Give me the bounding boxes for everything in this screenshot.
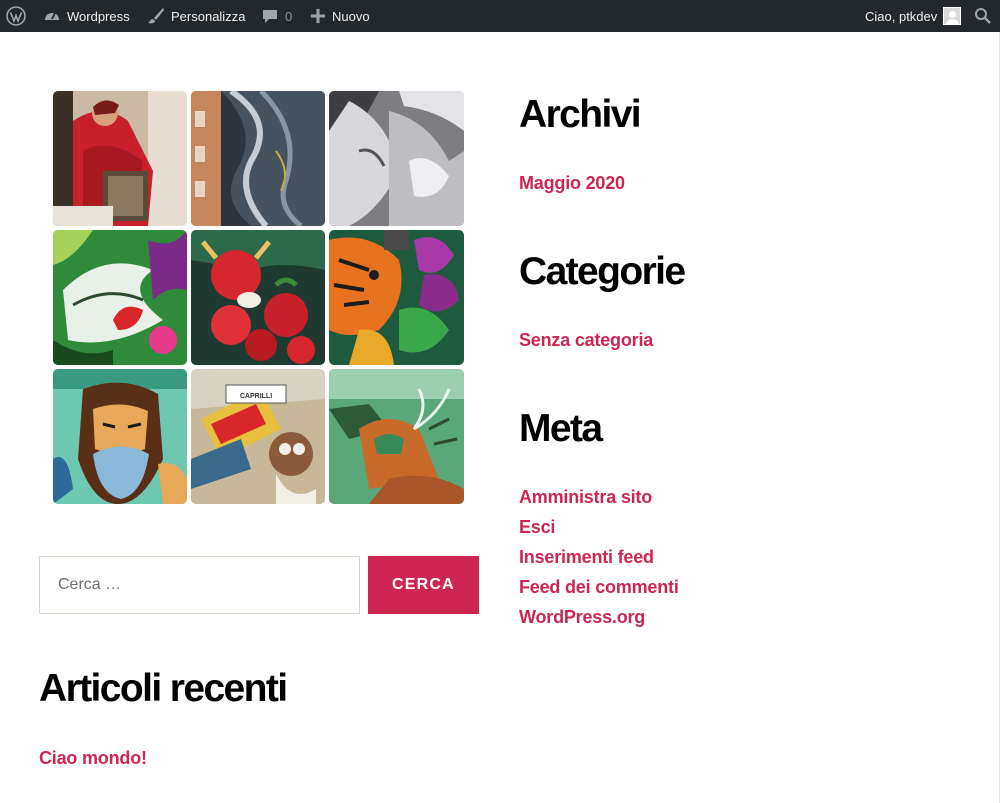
gallery-image-graffiti-bearded-character[interactable] — [53, 369, 187, 504]
meta-link-entries-feed[interactable]: Inserimenti feed — [519, 548, 654, 566]
gallery-image-mural-smoky-building[interactable] — [191, 91, 325, 226]
wordpress-logo-icon[interactable] — [6, 0, 26, 32]
gallery-image-mural-gray-hands[interactable] — [329, 91, 464, 226]
comment-bubble-icon — [263, 10, 277, 23]
meta-link-logout[interactable]: Esci — [519, 518, 555, 536]
site-name-label: Wordpress — [67, 8, 130, 24]
category-link[interactable]: Senza categoria — [519, 331, 653, 349]
site-name-menu[interactable]: Wordpress — [43, 0, 130, 32]
search-button[interactable]: CERCA — [368, 556, 479, 614]
admin-bar: Wordpress Personalizza 0 Nuovo Ciao, ptk… — [0, 0, 1000, 32]
gallery-image-graffiti-street-sign[interactable]: CAPRILLI — [191, 369, 325, 504]
gallery-image-graffiti-green-monster[interactable] — [53, 230, 187, 365]
avatar — [943, 7, 962, 25]
customize-label: Personalizza — [171, 8, 246, 24]
comments-menu[interactable]: 0 — [261, 0, 292, 32]
customize-menu[interactable]: Personalizza — [147, 0, 245, 32]
new-content-label: Nuovo — [332, 8, 370, 24]
admin-search-icon[interactable] — [974, 0, 992, 32]
gallery-image-graffiti-green-wall-figure[interactable] — [329, 369, 464, 504]
plus-icon — [311, 9, 325, 23]
categories-title: Categorie — [519, 250, 686, 293]
archive-link[interactable]: Maggio 2020 — [519, 174, 625, 192]
image-gallery: CAPRILLI — [53, 91, 465, 504]
meta-link-admin[interactable]: Amministra sito — [519, 488, 652, 506]
meta-link-wordpress-org[interactable]: WordPress.org — [519, 608, 645, 626]
recent-post-link[interactable]: Ciao mondo! — [39, 749, 147, 767]
meta-link-comments-feed[interactable]: Feed dei commenti — [519, 578, 679, 596]
new-content-menu[interactable]: Nuovo — [310, 0, 370, 32]
gallery-image-mural-red-figure[interactable] — [53, 91, 187, 226]
archives-title: Archivi — [519, 93, 642, 136]
street-sign-text: CAPRILLI — [240, 393, 272, 400]
brush-icon — [148, 8, 164, 24]
gallery-image-graffiti-tiger-flowers[interactable] — [329, 230, 464, 365]
my-account-menu[interactable]: Ciao, ptkdev — [865, 0, 962, 32]
recent-posts-title: Articoli recenti — [39, 667, 288, 710]
dashboard-icon — [45, 12, 59, 20]
greeting-label: Ciao, ptkdev — [865, 8, 938, 24]
comments-count: 0 — [285, 8, 293, 24]
search-input[interactable] — [39, 556, 360, 614]
meta-title: Meta — [519, 407, 603, 450]
gallery-image-graffiti-red-bull-tomatoes[interactable] — [191, 230, 325, 365]
